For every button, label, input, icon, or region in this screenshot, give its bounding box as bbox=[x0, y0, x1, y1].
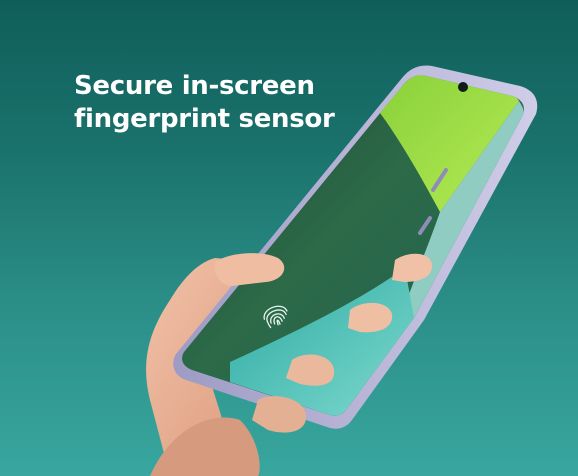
front-camera-icon bbox=[458, 82, 468, 92]
finger-3 bbox=[286, 354, 335, 386]
headline-line-1: Secure in-screen bbox=[74, 71, 315, 101]
headline: Secure in-screen fingerprint sensor bbox=[74, 70, 374, 136]
headline-line-2: fingerprint sensor bbox=[74, 104, 335, 134]
product-photo: Secure in-screen fingerprint sensor bbox=[0, 0, 578, 476]
